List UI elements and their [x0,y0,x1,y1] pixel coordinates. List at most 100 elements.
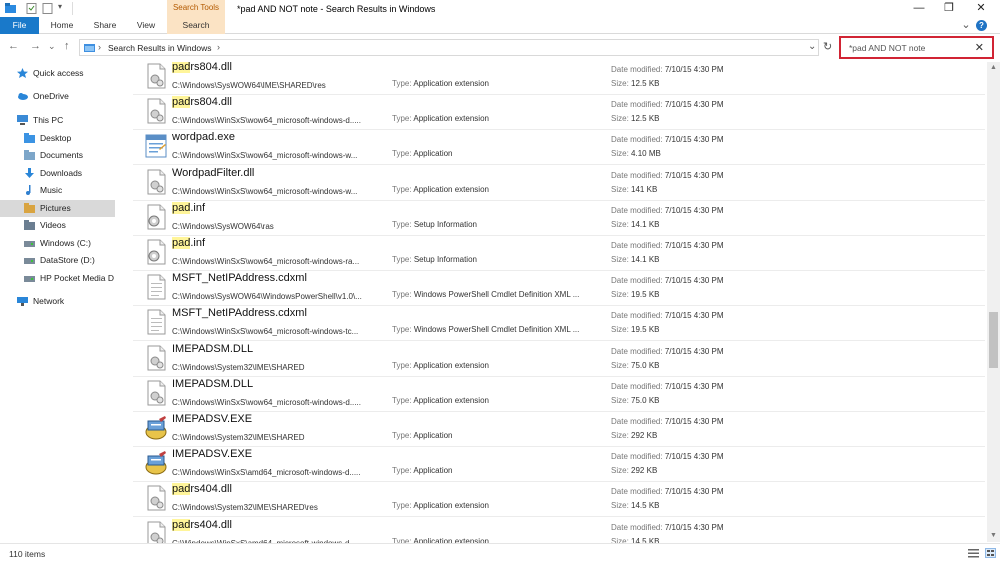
file-size: Size: 12.5 KB [611,114,660,123]
help-icon[interactable]: ? [976,20,987,31]
drive-icon [24,255,35,265]
file-size: Size: 19.5 KB [611,290,660,299]
nav-item-windows-c[interactable]: Windows (C:) [0,235,115,252]
file-type-value: Application [413,431,453,440]
nav-item-network[interactable]: Network [0,293,115,310]
result-row[interactable]: IMEPADSV.EXE C:\Windows\System32\IME\SHAR… [133,412,985,447]
result-row[interactable]: IMEPADSV.EXE C:\Windows\WinSxS\amd64_micr… [133,447,985,483]
result-row[interactable]: padrs404.dllC:\Windows\WinSxS\amd64_micr… [133,518,985,543]
folder-app-icon[interactable] [5,3,16,14]
search-query[interactable]: *pad AND NOT note [849,43,925,53]
file-name[interactable]: MSFT_NetIPAddress.cdxml [172,272,307,284]
nav-item-music[interactable]: Music [0,182,115,199]
details-view-icon[interactable] [968,548,979,558]
file-name[interactable]: padrs404.dll [172,483,232,496]
date-modified-value: 7/10/15 4:30 PM [664,522,724,532]
file-name[interactable]: IMEPADSM.DLL [172,343,253,355]
result-row[interactable]: padrs804.dll C:\Windows\SysWOW64\IME\SHAR… [133,62,985,95]
date-modified-label: Date modified: [611,522,663,532]
file-name[interactable]: pad.inf [172,237,205,249]
new-folder-icon[interactable] [42,3,53,14]
file-name[interactable]: padrs804.dll [172,62,232,73]
file-path: C:\Windows\WinSxS\wow64_microsoft-window… [172,116,361,126]
nav-item-documents[interactable]: Documents [0,147,115,164]
search-input[interactable]: *pad AND NOT note ✕ [839,36,994,59]
customize-toolbar-icon[interactable]: ▾ [58,2,69,13]
date-modified-value: 7/10/15 4:30 PM [664,346,724,356]
properties-icon[interactable] [26,3,37,14]
file-name[interactable]: padrs404.dll [172,518,232,531]
recent-locations-button[interactable]: ⌄ [48,41,56,52]
result-row[interactable]: pad.inf C:\Windows\SysWOW64\ras Type: Setu… [133,201,985,236]
nav-item-label: Windows (C:) [40,238,92,248]
breadcrumb-location[interactable]: Search Results in Windows [108,43,211,53]
tab-search[interactable]: Search [167,17,225,34]
clear-search-icon[interactable]: ✕ [975,41,984,54]
nav-item-videos[interactable]: Videos [0,217,115,234]
nav-item-desktop[interactable]: Desktop [0,130,115,147]
file-size: Size: 4.10 MB [611,149,661,158]
back-button[interactable]: ← [8,40,19,52]
result-row[interactable]: padrs804.dll C:\Windows\WinSxS\wow64_micr… [133,95,985,131]
date-modified-value: 7/10/15 4:30 PM [664,311,724,321]
file-name[interactable]: MSFT_NetIPAddress.cdxml [172,307,307,319]
expand-ribbon-icon[interactable]: ⌄ [958,17,974,34]
file-name[interactable]: IMEPADSV.EXE [172,448,252,460]
file-size: Size: 75.0 KB [611,361,660,370]
result-row[interactable]: padrs404.dll C:\Windows\System32\IME\SHAR… [133,482,985,518]
address-dropdown-icon[interactable]: ⌄ [808,41,816,52]
address-bar[interactable]: › Search Results in Windows › ⌄ [79,39,819,56]
result-row[interactable]: MSFT_NetIPAddress.cdxml C:\Windows\WinSxS… [133,306,985,342]
date-modified-value: 7/10/15 4:30 PM [664,170,724,180]
vertical-scrollbar[interactable]: ▲ ▼ [987,62,1000,542]
breadcrumb-separator-end[interactable]: › [217,42,220,52]
content-view-icon[interactable] [985,548,996,558]
forward-button[interactable]: → [30,40,41,52]
search-match-highlight: pad [172,201,191,214]
size-value: 14.1 KB [631,219,660,229]
nav-item-pictures[interactable]: Pictures [0,200,115,217]
file-name[interactable]: IMEPADSV.EXE [172,413,252,425]
cloud-icon [17,91,28,101]
file-name[interactable]: pad.inf [172,201,205,214]
file-type: Type: Application extension [392,114,602,123]
maximize-button[interactable]: ❐ [934,0,964,17]
nav-item-quick-access[interactable]: Quick access [0,65,115,82]
network-icon [17,296,28,306]
minimize-button[interactable]: — [904,0,934,17]
up-button[interactable]: ↑ [64,40,70,52]
file-type: Type: Windows PowerShell Cmdlet Definiti… [392,290,602,299]
tab-home[interactable]: Home [44,17,80,34]
result-row[interactable]: IMEPADSM.DLL C:\Windows\System32\IME\SHAR… [133,342,985,377]
file-size: Size: 12.5 KB [611,79,660,88]
scroll-down-icon[interactable]: ▼ [987,530,1000,542]
breadcrumb-separator[interactable]: › [98,42,101,52]
file-name[interactable]: WordpadFilter.dll [172,167,254,179]
close-button[interactable]: ✕ [966,0,996,17]
tab-view[interactable]: View [128,17,164,34]
result-row[interactable]: MSFT_NetIPAddress.cdxml C:\Windows\SysWOW… [133,271,985,307]
nav-item-hp-pocket-media-d[interactable]: HP Pocket Media D [0,270,115,287]
dll-icon [145,98,167,124]
file-path: C:\Windows\WinSxS\wow64_microsoft-window… [172,397,361,407]
tab-file[interactable]: File [0,17,39,34]
nav-item-datastore-d[interactable]: DataStore (D:) [0,252,115,269]
file-name[interactable]: wordpad.exe [172,131,235,143]
result-row[interactable]: IMEPADSM.DLL C:\Windows\WinSxS\wow64_micr… [133,377,985,412]
nav-item-downloads[interactable]: Downloads [0,165,115,182]
tab-share[interactable]: Share [86,17,124,34]
file-date-modified: Date modified: 7/10/15 4:30 PM [611,452,724,461]
file-path: C:\Windows\WinSxS\amd64_microsoft-window… [172,468,361,478]
scroll-up-icon[interactable]: ▲ [987,62,1000,74]
type-label: Type: [392,219,412,229]
result-row[interactable]: WordpadFilter.dll C:\Windows\WinSxS\wow64… [133,166,985,201]
refresh-icon[interactable]: ↻ [823,40,832,53]
result-row[interactable]: wordpad.exe C:\Windows\WinSxS\wow64_micro… [133,130,985,166]
results-list: padrs804.dll C:\Windows\SysWOW64\IME\SHAR… [133,62,985,543]
result-row[interactable]: pad.inf C:\Windows\WinSxS\wow64_microsoft… [133,236,985,271]
file-name[interactable]: IMEPADSM.DLL [172,378,253,390]
scroll-thumb[interactable] [989,312,998,368]
file-name[interactable]: padrs804.dll [172,96,232,109]
nav-item-this-pc[interactable]: This PC [0,112,115,129]
nav-item-onedrive[interactable]: OneDrive [0,88,115,105]
